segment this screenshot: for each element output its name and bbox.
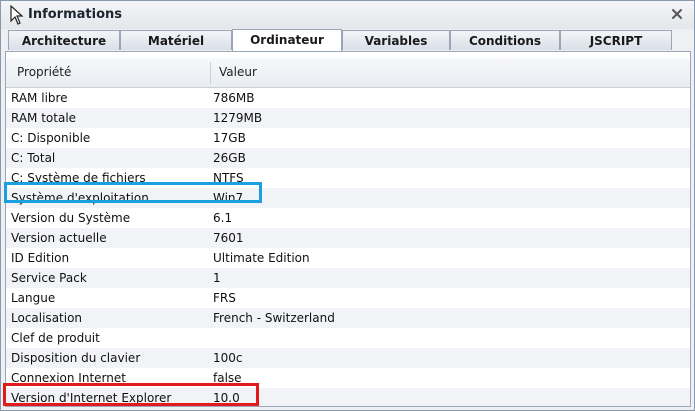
property-cell: RAM totale — [11, 111, 77, 125]
column-header-value[interactable]: Valeur — [219, 65, 257, 79]
table-row[interactable]: Service Pack 1 — [6, 268, 690, 288]
value-cell: 1279MB — [213, 111, 263, 125]
value-cell: Ultimate Edition — [213, 251, 310, 265]
highlight-box-blue — [4, 182, 262, 203]
property-cell: ID Edition — [11, 251, 70, 265]
table-header: Propriété Valeur — [6, 58, 690, 88]
table-row[interactable]: Version du Système 6.1 — [6, 208, 690, 228]
tab-architecture[interactable]: Architecture — [8, 30, 120, 50]
table-row[interactable]: C: Disponible 17GB — [6, 128, 690, 148]
properties-table: Propriété Valeur RAM libre 786MB RAM total… — [5, 51, 691, 407]
table-row[interactable]: Version actuelle 7601 — [6, 228, 690, 248]
property-cell: Clef de produit — [11, 331, 100, 345]
cursor-arrow-icon — [10, 5, 24, 25]
property-cell: Localisation — [11, 311, 83, 325]
property-cell: Version actuelle — [11, 231, 107, 245]
tab-ordinateur[interactable]: Ordinateur — [232, 29, 342, 51]
property-cell: Disposition du clavier — [11, 351, 141, 365]
tab-variables[interactable]: Variables — [342, 30, 450, 50]
property-cell: C: Disponible — [11, 131, 91, 145]
table-row[interactable]: RAM totale 1279MB — [6, 108, 690, 128]
property-cell: Service Pack — [11, 271, 87, 285]
value-cell: 7601 — [213, 231, 244, 245]
value-cell: 17GB — [213, 131, 246, 145]
tab-materiel[interactable]: Matériel — [120, 30, 232, 50]
close-icon[interactable] — [670, 7, 684, 21]
value-cell: 786MB — [213, 91, 255, 105]
value-cell: French - Switzerland — [213, 311, 335, 325]
window-title: Informations — [28, 7, 123, 22]
table-row[interactable]: C: Total 26GB — [6, 148, 690, 168]
tab-jscript[interactable]: JSCRIPT — [560, 30, 672, 50]
title-bar: Informations — [1, 1, 694, 29]
property-cell: C: Total — [11, 151, 56, 165]
value-cell: 26GB — [213, 151, 246, 165]
value-cell: 6.1 — [213, 211, 233, 225]
tab-conditions[interactable]: Conditions — [450, 30, 560, 50]
value-cell: 100c — [213, 351, 243, 365]
value-cell: FRS — [213, 291, 236, 305]
property-cell: Langue — [11, 291, 56, 305]
table-body: RAM libre 786MB RAM totale 1279MB C: Disponi… — [6, 88, 690, 406]
column-header-property[interactable]: Propriété — [17, 65, 71, 79]
property-cell: Version du Système — [11, 211, 131, 225]
highlight-box-red — [3, 383, 259, 406]
table-row[interactable]: Localisation French - Switzerland — [6, 308, 690, 328]
table-row[interactable]: ID Edition Ultimate Edition — [6, 248, 690, 268]
table-row[interactable]: Clef de produit — [6, 328, 690, 348]
table-row[interactable]: RAM libre 786MB — [6, 88, 690, 108]
property-cell: RAM libre — [11, 91, 68, 105]
value-cell: 1 — [213, 271, 221, 285]
informations-window: Informations Architecture Matériel Ordin… — [0, 0, 695, 411]
table-row[interactable]: Disposition du clavier 100c — [6, 348, 690, 368]
column-divider[interactable] — [210, 62, 211, 84]
table-row[interactable]: Langue FRS — [6, 288, 690, 308]
tab-bar: Architecture Matériel Ordinateur Variabl… — [6, 29, 689, 51]
